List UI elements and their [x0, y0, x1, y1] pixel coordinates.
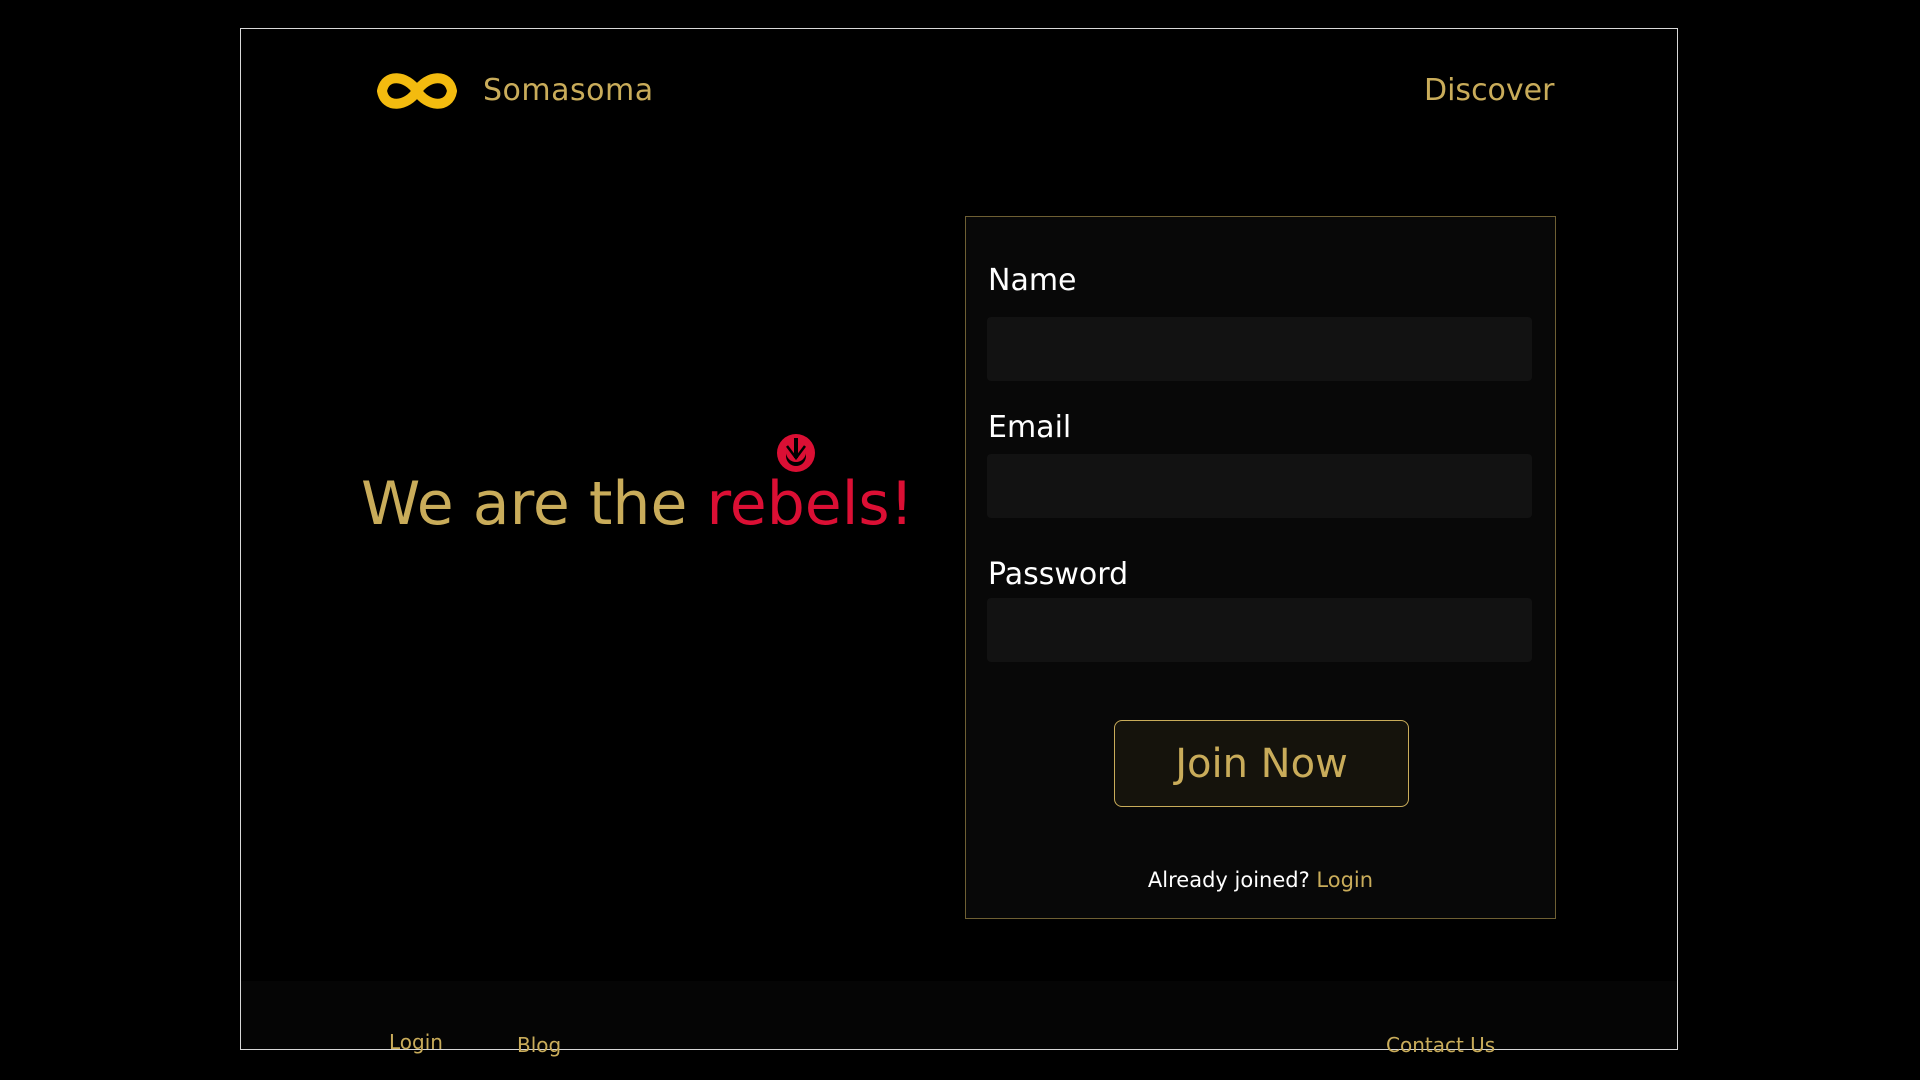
footer-login-link[interactable]: Login: [389, 1030, 443, 1054]
email-label: Email: [988, 410, 1072, 445]
footer-contact-link[interactable]: Contact Us: [1386, 1033, 1495, 1057]
already-joined-label: Already joined?: [1147, 868, 1317, 892]
join-now-button[interactable]: Join Now: [1114, 720, 1409, 807]
page-frame: Somasoma Discover We are the rebels! Nam…: [240, 28, 1678, 1057]
password-label: Password: [988, 557, 1129, 592]
rebel-alliance-icon: [777, 434, 815, 472]
hero-text-accent: rebels!: [706, 469, 914, 539]
name-label: Name: [988, 263, 1077, 298]
infinity-logo-icon[interactable]: [371, 67, 463, 115]
nav-discover-link[interactable]: Discover: [1424, 73, 1554, 108]
brand-name[interactable]: Somasoma: [483, 73, 654, 108]
hero-text-main: We are the: [361, 469, 707, 539]
already-joined-text: Already joined? Login: [966, 868, 1555, 892]
hero-heading: We are the rebels!: [361, 469, 914, 539]
password-input[interactable]: [987, 598, 1532, 662]
name-input[interactable]: [987, 317, 1532, 381]
signup-form: Name Email Password Join Now Already joi…: [965, 216, 1556, 919]
email-input[interactable]: [987, 454, 1532, 518]
login-link[interactable]: Login: [1316, 868, 1373, 892]
footer-blog-link[interactable]: Blog: [517, 1033, 561, 1057]
footer: Login Blog Contact Us: [241, 981, 1677, 1057]
